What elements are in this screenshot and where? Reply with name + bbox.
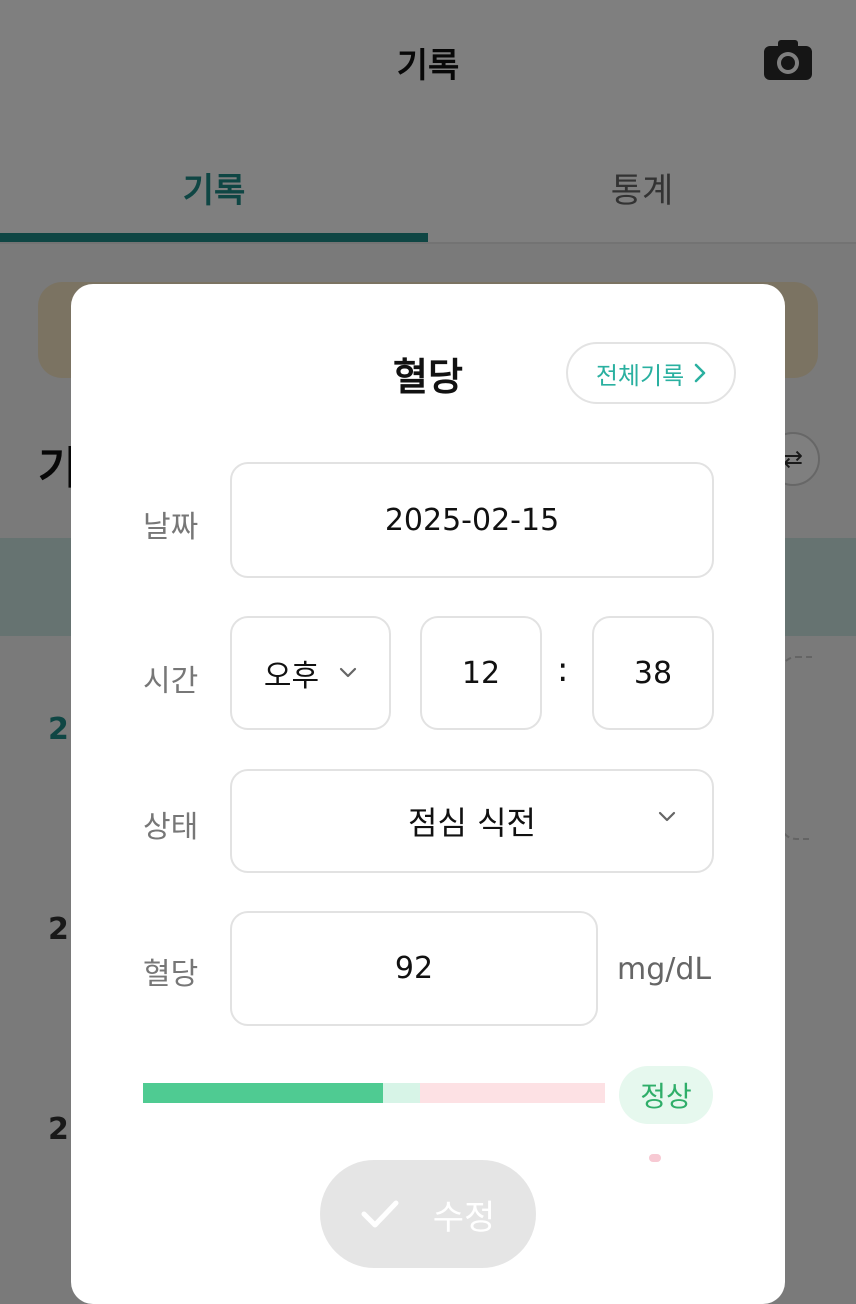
glucose-edit-dialog: 혈당 전체기록 날짜 2025-02-15 시간 오후 12 : 38 상태 점… <box>71 284 785 1304</box>
ampm-value: 오후 <box>263 659 320 694</box>
time-separator: : <box>557 650 569 690</box>
range-marker <box>649 1154 661 1162</box>
minute-value: 38 <box>633 655 673 691</box>
date-value: 2025-02-15 <box>384 502 560 538</box>
submit-edit-button[interactable]: 수정 <box>320 1160 536 1268</box>
time-label: 시간 <box>143 664 199 699</box>
glucose-level-fill <box>143 1083 384 1103</box>
submit-label: 수정 <box>432 1198 496 1237</box>
hour-field[interactable]: 12 <box>420 616 542 730</box>
glucose-unit: mg/dL <box>617 952 712 987</box>
all-records-button[interactable]: 전체기록 <box>566 342 736 404</box>
minute-field[interactable]: 38 <box>592 616 714 730</box>
status-label: 정상 <box>640 1080 692 1113</box>
ampm-select[interactable]: 오후 <box>230 616 391 730</box>
all-records-label: 전체기록 <box>595 361 685 390</box>
hour-value: 12 <box>461 655 501 691</box>
chevron-down-icon <box>339 667 357 678</box>
glucose-input[interactable]: 92 <box>230 911 598 1026</box>
date-label: 날짜 <box>143 510 199 545</box>
status-badge: 정상 <box>619 1066 713 1124</box>
glucose-label: 혈당 <box>143 957 199 992</box>
chevron-down-icon <box>658 811 676 822</box>
glucose-range-bar <box>143 1083 605 1103</box>
state-value: 점심 식전 <box>408 804 536 842</box>
glucose-value: 92 <box>394 951 434 986</box>
state-label: 상태 <box>143 810 199 845</box>
date-field[interactable]: 2025-02-15 <box>230 462 714 578</box>
chevron-right-icon <box>694 363 706 383</box>
state-select[interactable]: 점심 식전 <box>230 769 714 873</box>
check-icon <box>361 1200 399 1228</box>
